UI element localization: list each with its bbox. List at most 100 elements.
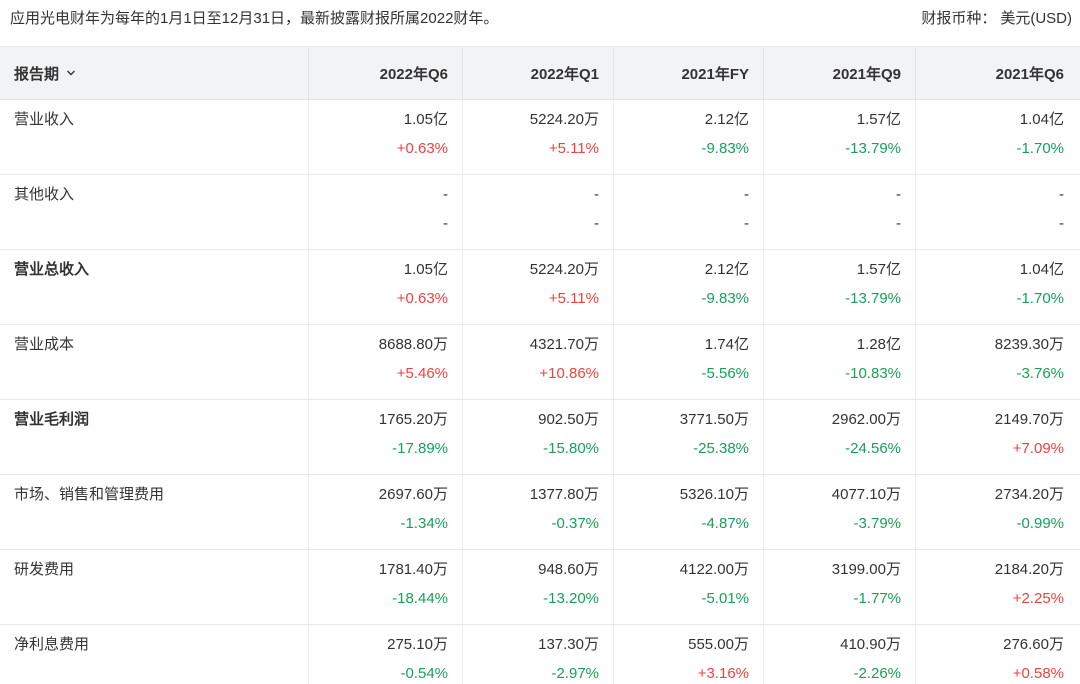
cell-change-percent: - <box>896 215 901 232</box>
data-cell: -- <box>763 175 915 249</box>
data-cell: 1.04亿 -1.70% <box>915 100 1080 174</box>
cell-change-percent: -1.77% <box>853 590 901 607</box>
data-cell: 948.60万 -13.20% <box>462 550 613 624</box>
cell-change-percent: -17.89% <box>392 440 448 457</box>
cell-value: - <box>896 186 901 203</box>
data-cell: 1765.20万 -17.89% <box>308 400 462 474</box>
data-cell: 1.28亿 -10.83% <box>763 325 915 399</box>
data-cell: 2184.20万 +2.25% <box>915 550 1080 624</box>
cell-value: 1781.40万 <box>378 561 448 578</box>
cell-value: 2184.20万 <box>994 561 1064 578</box>
data-cell: 276.60万 +0.58% <box>915 625 1080 684</box>
cell-value: 410.90万 <box>840 636 901 653</box>
cell-value: 555.00万 <box>688 636 749 653</box>
data-cell: -- <box>613 175 763 249</box>
cell-value: 5224.20万 <box>529 111 599 128</box>
cell-value: - <box>443 186 448 203</box>
row-label: 市场、销售和管理费用 <box>14 486 165 503</box>
cell-change-percent: -1.34% <box>400 515 448 532</box>
cell-value: 275.10万 <box>387 636 448 653</box>
cell-value: - <box>744 186 749 203</box>
cell-value: 3771.50万 <box>679 411 749 428</box>
table-header-row: 报告期 2022年Q6 2022年Q1 2021年FY 2021年Q9 2021… <box>0 46 1080 100</box>
cell-change-percent: +5.11% <box>548 290 599 307</box>
row-label: 其他收入 <box>14 186 75 203</box>
cell-value: 1377.80万 <box>529 486 599 503</box>
cell-change-percent: +2.25% <box>1012 590 1064 607</box>
cell-value: 1.74亿 <box>704 336 749 353</box>
column-header-2021q9: 2021年Q9 <box>763 47 915 99</box>
data-cell: 5224.20万 +5.11% <box>462 250 613 324</box>
cell-change-percent: -10.83% <box>845 365 901 382</box>
cell-change-percent: -3.79% <box>853 515 901 532</box>
cell-change-percent: -25.38% <box>693 440 749 457</box>
cell-change-percent: -13.79% <box>845 290 901 307</box>
cell-change-percent: -5.01% <box>701 590 749 607</box>
column-header-2022q6: 2022年Q6 <box>308 47 462 99</box>
cell-change-percent: -1.70% <box>1016 140 1064 157</box>
cell-value: 3199.00万 <box>831 561 901 578</box>
table-row: 其他收入 - - - - - - - - - - <box>0 175 1080 250</box>
cell-value: - <box>594 186 599 203</box>
cell-value: 137.30万 <box>538 636 599 653</box>
cell-value: 2.12亿 <box>704 261 749 278</box>
cell-value: 4321.70万 <box>529 336 599 353</box>
cell-value: 4077.10万 <box>831 486 901 503</box>
row-label: 营业收入 <box>14 111 75 128</box>
data-cell: 555.00万 +3.16% <box>613 625 763 684</box>
cell-change-percent: -0.99% <box>1016 515 1064 532</box>
financial-report-page: 应用光电财年为每年的1月1日至12月31日，最新披露财报所属2022财年。 财报… <box>0 0 1080 684</box>
data-cell: 1.05亿 +0.63% <box>308 100 462 174</box>
cell-change-percent: -15.80% <box>543 440 599 457</box>
cell-change-percent: -13.20% <box>543 590 599 607</box>
cell-value: 2962.00万 <box>831 411 901 428</box>
cell-change-percent: -2.97% <box>551 665 599 682</box>
report-currency: 财报币种： 美元(USD) <box>921 8 1072 29</box>
cell-change-percent: -1.70% <box>1016 290 1064 307</box>
data-cell: 5224.20万 +5.11% <box>462 100 613 174</box>
cell-value: 276.60万 <box>1003 636 1064 653</box>
data-cell: 2734.20万 -0.99% <box>915 475 1080 549</box>
top-bar: 应用光电财年为每年的1月1日至12月31日，最新披露财报所属2022财年。 财报… <box>0 0 1080 46</box>
financial-statements-table: 报告期 2022年Q6 2022年Q1 2021年FY 2021年Q9 2021… <box>0 46 1080 684</box>
cell-value: 8239.30万 <box>994 336 1064 353</box>
cell-change-percent: +0.58% <box>1012 665 1064 682</box>
table-row: 营业成本 8688.80万 +5.46% 4321.70万 +10.86% 1.74亿 -5… <box>0 325 1080 400</box>
cell-change-percent: -18.44% <box>392 590 448 607</box>
data-cell: 3199.00万 -1.77% <box>763 550 915 624</box>
cell-change-percent: -2.26% <box>853 665 901 682</box>
table-row: 营业总收入 1.05亿 +0.63% 5224.20万 +5.11% 2.12亿 -9.83… <box>0 250 1080 325</box>
cell-change-percent: -9.83% <box>701 290 749 307</box>
cell-value: 1.57亿 <box>856 111 901 128</box>
cell-change-percent: +5.11% <box>548 140 599 157</box>
report-period-header[interactable]: 报告期 <box>0 47 308 99</box>
cell-value: 8688.80万 <box>378 336 448 353</box>
row-label: 营业毛利润 <box>14 411 90 428</box>
cell-change-percent: -24.56% <box>845 440 901 457</box>
row-label: 营业总收入 <box>14 261 90 278</box>
cell-change-percent: - <box>443 215 448 232</box>
cell-change-percent: - <box>594 215 599 232</box>
data-cell: 4122.00万 -5.01% <box>613 550 763 624</box>
data-cell: 2.12亿 -9.83% <box>613 100 763 174</box>
table-body: 营业收入 1.05亿 +0.63% 5224.20万 +5.11% 2.12亿 -9.83%… <box>0 100 1080 684</box>
data-cell: 2149.70万 +7.09% <box>915 400 1080 474</box>
data-cell: -- <box>308 175 462 249</box>
cell-value: 902.50万 <box>538 411 599 428</box>
data-cell: 3771.50万 -25.38% <box>613 400 763 474</box>
cell-change-percent: - <box>1059 215 1064 232</box>
cell-value: 5326.10万 <box>679 486 749 503</box>
cell-change-percent: -9.83% <box>701 140 749 157</box>
cell-change-percent: -0.37% <box>551 515 599 532</box>
cell-change-percent: - <box>744 215 749 232</box>
row-label: 研发费用 <box>14 561 75 578</box>
table-row: 研发费用 1781.40万 -18.44% 948.60万 -13.20% 4122.00… <box>0 550 1080 625</box>
cell-value: 5224.20万 <box>529 261 599 278</box>
fiscal-year-note: 应用光电财年为每年的1月1日至12月31日，最新披露财报所属2022财年。 <box>10 10 499 27</box>
cell-change-percent: +0.63% <box>396 140 448 157</box>
cell-value: 1.05亿 <box>403 261 448 278</box>
cell-value: 2697.60万 <box>378 486 448 503</box>
cell-value: 2734.20万 <box>994 486 1064 503</box>
chevron-down-icon <box>65 66 77 83</box>
row-label: 净利息费用 <box>14 636 90 653</box>
